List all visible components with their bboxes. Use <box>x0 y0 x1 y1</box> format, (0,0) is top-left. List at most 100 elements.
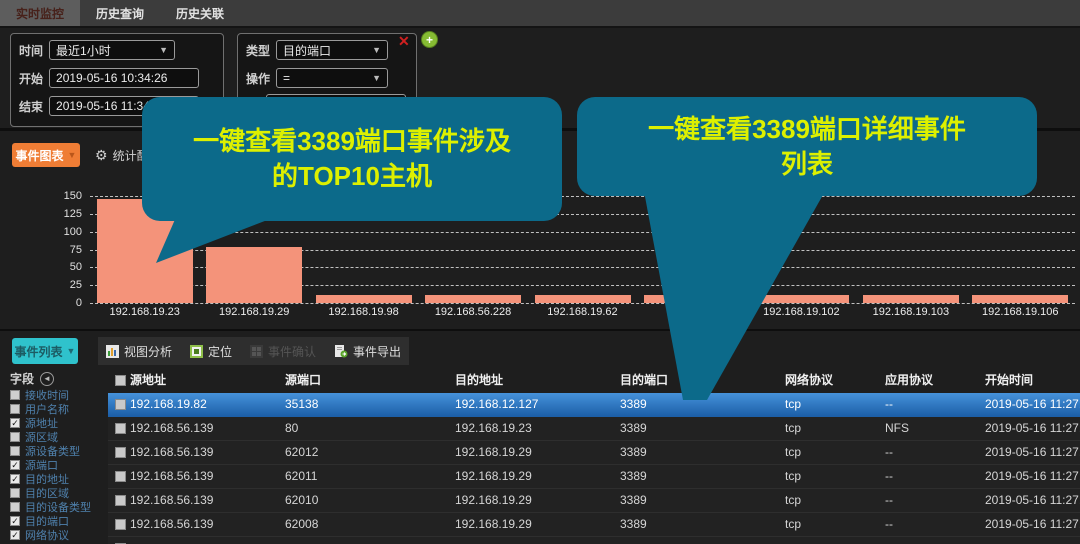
table-row[interactable]: 192.168.56.13962012192.168.19.293389tcp-… <box>108 441 1080 465</box>
operator-label: 操作 <box>246 70 270 87</box>
x-axis-tick-label: 192.168.56.228 <box>418 306 527 318</box>
table-row[interactable]: 192.168.56.13962008192.168.19.293389tcp-… <box>108 513 1080 537</box>
chevron-down-icon: ▼ <box>68 150 77 160</box>
field-toggle-item[interactable]: 源区域 <box>10 430 106 444</box>
column-header[interactable]: 目的端口 <box>620 367 668 393</box>
locate-button[interactable]: 定位 <box>190 343 232 360</box>
type-select[interactable]: 目的端口▼ <box>276 40 388 60</box>
field-toggle-item[interactable]: ✓ 网络协议 <box>10 528 106 542</box>
field-checkbox[interactable] <box>10 432 20 442</box>
field-toggle-item[interactable]: ✓源端口 <box>10 458 106 472</box>
table-cell: tcp <box>785 441 801 464</box>
time-range-select[interactable]: 最近1小时▼ <box>49 40 175 60</box>
field-toggle-item[interactable]: ✓目的端口 <box>10 514 106 528</box>
field-toggle-item[interactable]: ✓目的地址 <box>10 472 106 486</box>
chart-gridline <box>90 303 1075 304</box>
y-axis-tick-label: 100 <box>48 226 82 238</box>
grid-icon <box>250 345 263 358</box>
select-all-checkbox[interactable] <box>115 375 126 386</box>
chart-bar[interactable] <box>316 295 412 303</box>
operator-select[interactable]: =▼ <box>276 68 388 88</box>
table-cell: tcp <box>785 489 801 512</box>
chart-bar[interactable] <box>644 295 740 303</box>
row-checkbox[interactable] <box>115 495 126 506</box>
table-cell: -- <box>885 465 893 488</box>
tab-realtime-monitor[interactable]: 实时监控 <box>0 0 80 26</box>
remove-filter-icon[interactable]: ✕ <box>398 33 410 50</box>
column-header[interactable]: 源地址 <box>130 367 166 393</box>
field-checkbox[interactable] <box>10 502 20 512</box>
column-header[interactable]: 应用协议 <box>885 367 933 393</box>
field-checkbox[interactable] <box>10 488 20 498</box>
table-row[interactable]: 192.168.56.13962010192.168.19.293389tcp-… <box>108 489 1080 513</box>
chart-bar[interactable] <box>206 247 302 303</box>
field-checkbox[interactable]: ✓ <box>10 418 20 428</box>
x-axis-tick-label: 192.168.19.62 <box>528 306 637 318</box>
event-export-button[interactable]: 事件导出 <box>334 343 401 360</box>
view-analysis-button[interactable]: 视图分析 <box>106 343 172 360</box>
tab-history-query[interactable]: 历史查询 <box>80 0 160 26</box>
table-cell: 2019-05-16 11:27: <box>985 489 1080 512</box>
row-checkbox[interactable] <box>115 471 126 482</box>
field-checkbox[interactable] <box>10 446 20 456</box>
table-cell: 3389 <box>620 465 647 488</box>
event-list-button[interactable]: 事件列表▼ <box>12 338 78 364</box>
table-cell: -- <box>885 489 893 512</box>
field-checkbox[interactable]: ✓ <box>10 474 20 484</box>
event-chart-button[interactable]: 事件图表▼ <box>12 143 80 167</box>
table-cell: NFS <box>885 417 909 440</box>
add-filter-icon[interactable]: + <box>421 31 438 48</box>
field-checkbox[interactable]: ✓ <box>10 516 20 526</box>
column-header[interactable]: 开始时间 <box>985 367 1033 393</box>
collapse-fields-icon[interactable]: ◄ <box>40 372 54 386</box>
field-toggle-item[interactable]: 目的区域 <box>10 486 106 500</box>
field-checkbox[interactable] <box>10 404 20 414</box>
table-cell: 192.168.12.127 <box>455 393 538 416</box>
row-checkbox[interactable] <box>115 519 126 530</box>
chevron-down-icon: ▼ <box>67 346 76 356</box>
section-divider <box>0 329 1080 331</box>
table-cell: 192.168.56.139 <box>130 513 213 536</box>
table-cell: 192.168.19.23 <box>455 417 532 440</box>
table-cell: -- <box>885 441 893 464</box>
field-checkbox[interactable]: ✓ <box>10 530 20 540</box>
field-toggle-item[interactable]: 接收时间 <box>10 388 106 402</box>
tab-history-correlation[interactable]: 历史关联 <box>160 0 240 26</box>
table-cell: -- <box>885 513 893 536</box>
field-checkbox[interactable]: ✓ <box>10 460 20 470</box>
table-cell: 62012 <box>285 441 318 464</box>
column-header[interactable]: 网络协议 <box>785 367 833 393</box>
y-axis-tick-label: 125 <box>48 208 82 220</box>
chart-bar[interactable] <box>863 295 959 303</box>
field-checkbox[interactable] <box>10 390 20 400</box>
table-cell: 192.168.19.29 <box>455 465 532 488</box>
table-row[interactable] <box>108 537 1080 544</box>
table-row[interactable]: 192.168.56.13980192.168.19.233389tcpNFS2… <box>108 417 1080 441</box>
field-toggle-item[interactable]: 源设备类型 <box>10 444 106 458</box>
chevron-down-icon: ▼ <box>372 73 381 83</box>
y-axis-tick-label: 50 <box>48 261 82 273</box>
y-axis-tick-label: 0 <box>48 297 82 309</box>
field-toggle-item[interactable]: ✓源地址 <box>10 416 106 430</box>
field-toggle-item[interactable]: 用户名称 <box>10 402 106 416</box>
field-label: 网络协议 <box>25 527 69 543</box>
table-cell: 2019-05-16 11:27: <box>985 417 1080 440</box>
app-window: 实时监控 历史查询 历史关联 时间 最近1小时▼ 开始 2019-05-16 1… <box>0 0 1080 544</box>
field-toggle-item[interactable]: 目的设备类型 <box>10 500 106 514</box>
chart-bar[interactable] <box>425 295 521 303</box>
table-cell: 192.168.19.29 <box>455 489 532 512</box>
chart-bar[interactable] <box>753 295 849 303</box>
table-cell: tcp <box>785 513 801 536</box>
chart-bar[interactable] <box>972 295 1068 303</box>
table-row[interactable]: 192.168.56.13962011192.168.19.293389tcp-… <box>108 465 1080 489</box>
time-label: 时间 <box>19 42 43 59</box>
row-checkbox[interactable] <box>115 447 126 458</box>
table-cell: 2019-05-16 11:27: <box>985 393 1080 416</box>
chart-bar[interactable] <box>535 295 631 303</box>
column-header[interactable]: 目的地址 <box>455 367 503 393</box>
column-header[interactable]: 源端口 <box>285 367 321 393</box>
row-checkbox[interactable] <box>115 423 126 434</box>
start-datetime-input[interactable]: 2019-05-16 10:34:26 <box>49 68 199 88</box>
table-row[interactable]: 192.168.19.8235138192.168.12.1273389tcp-… <box>108 393 1080 417</box>
row-checkbox[interactable] <box>115 399 126 410</box>
